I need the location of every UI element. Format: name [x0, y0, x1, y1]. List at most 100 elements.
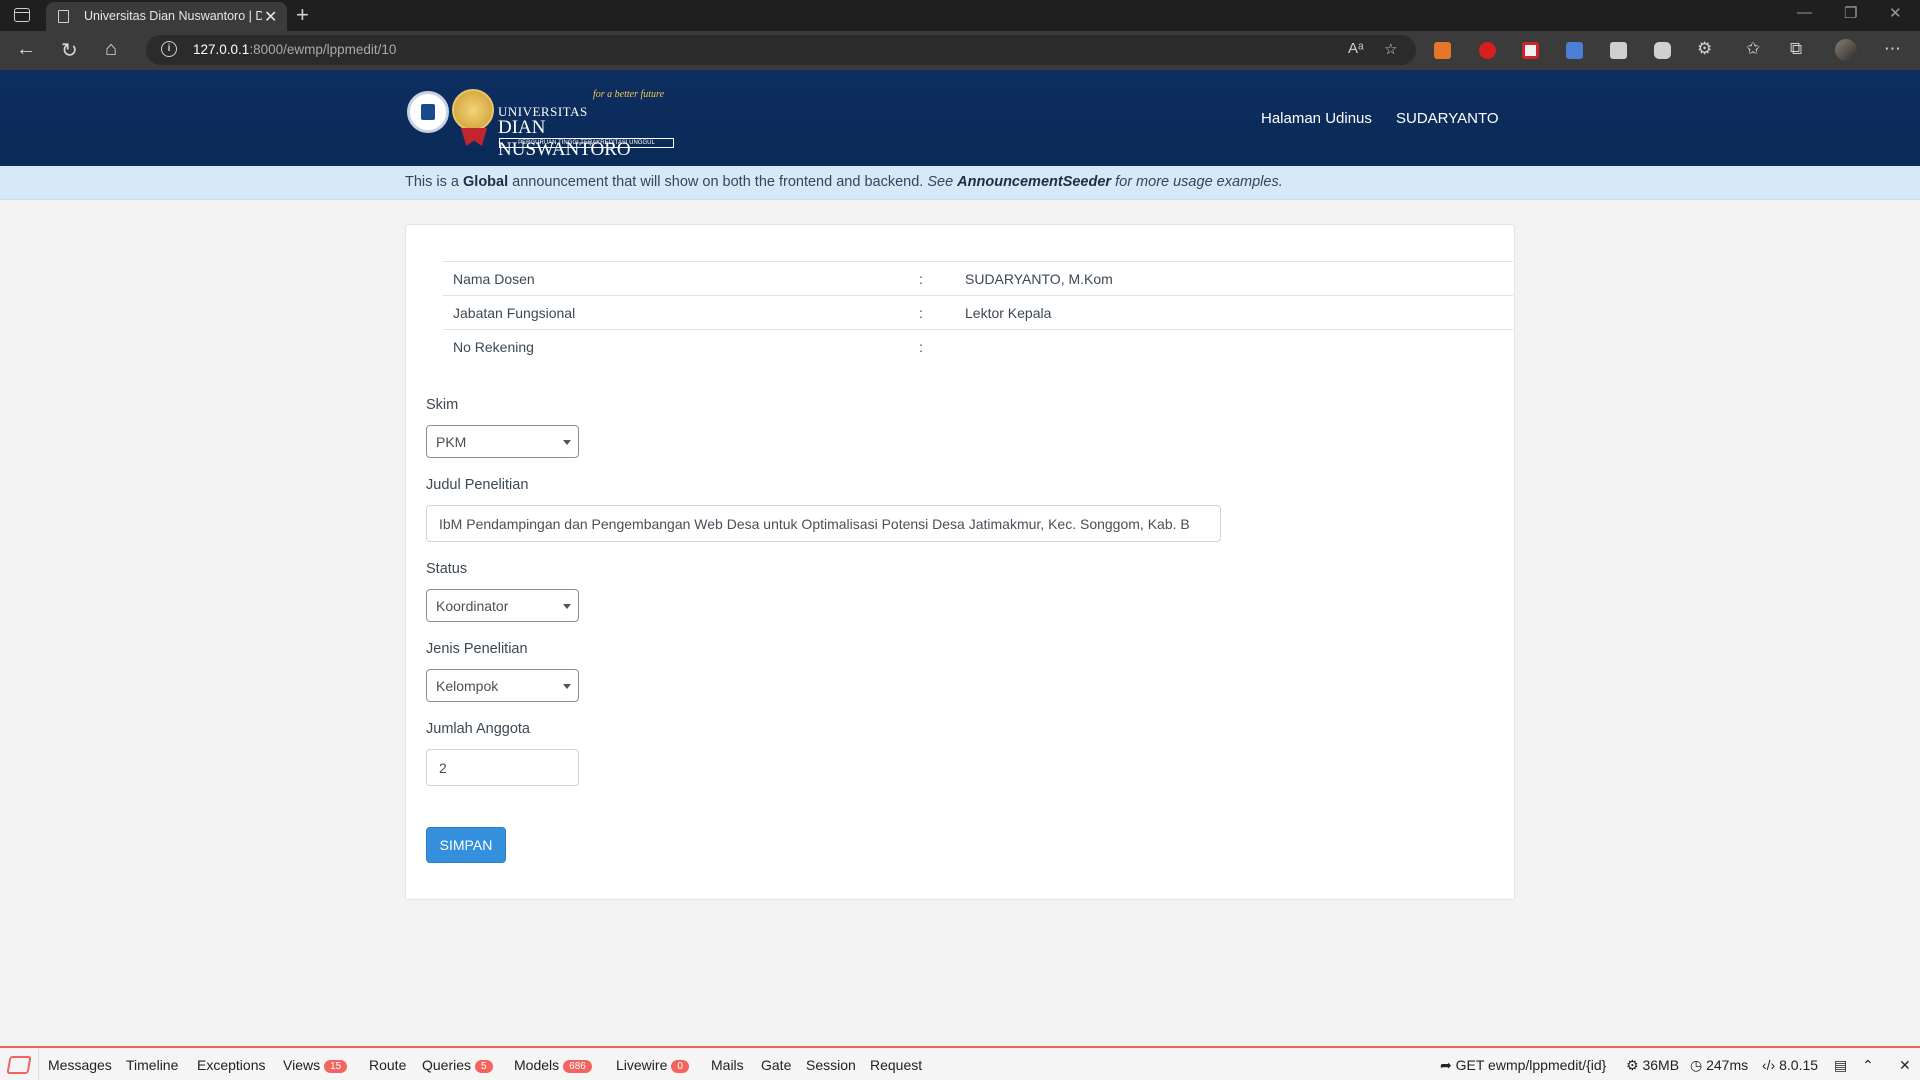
debug-tab-models[interactable]: Models 686: [514, 1057, 592, 1073]
dropdown-caret-icon: [563, 604, 571, 609]
nav-user-menu[interactable]: SUDARYANTO: [1396, 110, 1499, 127]
debug-tab-request[interactable]: Request: [870, 1057, 922, 1073]
extension-red-icon[interactable]: [1479, 42, 1496, 59]
debug-tab-mails[interactable]: Mails: [711, 1057, 744, 1073]
university-seal-icon: [407, 91, 449, 133]
announcement-banner: This is a Global announcement that will …: [0, 166, 1920, 200]
code-icon: ‹/›: [1762, 1057, 1780, 1073]
jenis-label: Jenis Penelitian: [426, 641, 528, 657]
minimize-icon[interactable]: —: [1797, 4, 1812, 21]
debug-tab-exceptions[interactable]: Exceptions: [197, 1057, 265, 1073]
info-value: Lektor Kepala: [965, 305, 1052, 321]
jenis-select[interactable]: Kelompok: [426, 669, 579, 702]
edit-form-card: Nama Dosen : SUDARYANTO, M.Kom Jabatan F…: [405, 224, 1515, 900]
logo-tagline: for a better future: [593, 89, 665, 100]
announcement-text: This is a Global announcement that will …: [405, 174, 1283, 190]
info-row-no-rekening: No Rekening :: [443, 329, 1513, 363]
info-row-nama-dosen: Nama Dosen : SUDARYANTO, M.Kom: [443, 261, 1513, 295]
site-info-icon[interactable]: i: [161, 41, 177, 57]
save-button[interactable]: SIMPAN: [426, 827, 506, 863]
debug-time: ◷ 247ms: [1690, 1057, 1749, 1073]
memory-icon: ⚙: [1626, 1057, 1643, 1073]
address-bar[interactable]: i 127.0.0.1:8000/ewmp/lppmedit/10 Aᵃ ☆: [146, 35, 1416, 65]
info-label: Nama Dosen: [453, 271, 535, 287]
jumlah-input[interactable]: 2: [426, 749, 579, 786]
close-window-icon[interactable]: ✕: [1889, 4, 1902, 22]
accreditation-seal-icon: [452, 89, 494, 131]
extension-translate-icon[interactable]: [1566, 42, 1583, 59]
info-label: Jabatan Fungsional: [453, 305, 576, 321]
extension-chat-icon[interactable]: [1654, 42, 1671, 59]
divider: [38, 1048, 39, 1080]
info-separator: :: [919, 271, 923, 287]
debug-php-version: ‹/› 8.0.15: [1762, 1057, 1819, 1073]
read-aloud-icon[interactable]: Aᵃ: [1348, 40, 1364, 57]
nav-home-link[interactable]: Halaman Udinus: [1261, 110, 1372, 127]
site-header: UNIVERSITAS DIAN NUSWANTORO for a better…: [0, 70, 1920, 166]
jumlah-label: Jumlah Anggota: [426, 721, 530, 737]
views-count-badge: 15: [324, 1060, 348, 1073]
extension-fox-icon[interactable]: [1434, 42, 1451, 59]
models-count-badge: 686: [563, 1060, 592, 1073]
queries-count-badge: 5: [475, 1060, 493, 1073]
dropdown-caret-icon: [563, 440, 571, 445]
skim-selected-value: PKM: [436, 434, 467, 450]
livewire-count-badge: 0: [671, 1060, 689, 1073]
url-text[interactable]: 127.0.0.1:8000/ewmp/lppmedit/10: [193, 42, 396, 57]
lecturer-info-table: Nama Dosen : SUDARYANTO, M.Kom Jabatan F…: [443, 261, 1513, 363]
info-separator: :: [919, 339, 923, 355]
status-selected-value: Koordinator: [436, 598, 509, 614]
jenis-selected-value: Kelompok: [436, 678, 499, 694]
browser-tab-bar: Universitas Dian Nuswantoro | D ✕ + — ❐ …: [0, 0, 1920, 31]
page-icon: [58, 10, 69, 23]
laravel-icon[interactable]: [6, 1056, 32, 1074]
debug-tab-queries[interactable]: Queries 5: [422, 1057, 493, 1073]
home-icon[interactable]: ⌂: [105, 38, 117, 61]
browser-toolbar: ← ↻ ⌂ i 127.0.0.1:8000/ewmp/lppmedit/10 …: [0, 31, 1920, 70]
judul-label: Judul Penelitian: [426, 477, 529, 493]
extension-print-icon[interactable]: [1610, 42, 1627, 59]
university-logo[interactable]: UNIVERSITAS DIAN NUSWANTORO for a better…: [407, 88, 677, 160]
status-select[interactable]: Koordinator: [426, 589, 579, 622]
dropdown-caret-icon: [563, 684, 571, 689]
new-tab-icon[interactable]: +: [296, 2, 309, 28]
debug-tab-views[interactable]: Views 15: [283, 1057, 348, 1073]
ribbon-icon: [461, 128, 487, 146]
debug-tab-session[interactable]: Session: [806, 1057, 856, 1073]
info-separator: :: [919, 305, 923, 321]
logo-accreditation-bar: PERGURUAN TINGGI TERAKREDITASI UNGGUL: [499, 138, 674, 148]
skim-select[interactable]: PKM: [426, 425, 579, 458]
info-label: No Rekening: [453, 339, 534, 355]
judul-input[interactable]: IbM Pendampingan dan Pengembangan Web De…: [426, 505, 1221, 542]
browser-tab[interactable]: Universitas Dian Nuswantoro | D ✕: [46, 2, 287, 31]
favorites-icon[interactable]: ✩: [1746, 39, 1760, 59]
debug-memory: ⚙ 36MB: [1626, 1057, 1680, 1073]
info-row-jabatan: Jabatan Fungsional : Lektor Kepala: [443, 295, 1513, 329]
chevron-up-icon[interactable]: ⌃: [1862, 1057, 1874, 1074]
skim-label: Skim: [426, 397, 459, 413]
more-menu-icon[interactable]: ⋯: [1884, 39, 1901, 59]
info-value: SUDARYANTO, M.Kom: [965, 271, 1113, 287]
add-favorite-icon[interactable]: ☆: [1384, 40, 1397, 58]
extension-save-icon[interactable]: [1522, 42, 1539, 59]
extensions-icon[interactable]: ⚙: [1697, 39, 1712, 59]
debug-tab-route[interactable]: Route: [369, 1057, 406, 1073]
restore-icon[interactable]: ❐: [1844, 4, 1857, 22]
profile-avatar[interactable]: [1835, 39, 1857, 61]
tab-actions-icon[interactable]: [14, 8, 30, 22]
back-icon[interactable]: ←: [16, 38, 36, 61]
debug-tab-gate[interactable]: Gate: [761, 1057, 791, 1073]
close-tab-icon[interactable]: ✕: [264, 7, 277, 27]
status-label: Status: [426, 561, 468, 577]
debug-bar: Messages Timeline Exceptions Views 15 Rou…: [0, 1046, 1920, 1080]
folder-icon[interactable]: ▤: [1834, 1057, 1847, 1074]
debug-tab-livewire[interactable]: Livewire 0: [616, 1057, 689, 1073]
close-debugbar-icon[interactable]: ✕: [1899, 1057, 1911, 1074]
debug-tab-messages[interactable]: Messages: [48, 1057, 112, 1073]
debug-route-info: ➦ GET ewmp/lppmedit/{id}: [1440, 1057, 1607, 1073]
debug-tab-timeline[interactable]: Timeline: [126, 1057, 178, 1073]
share-icon: ➦: [1440, 1057, 1456, 1073]
collections-icon[interactable]: ⧉: [1790, 39, 1802, 59]
reload-icon[interactable]: ↻: [61, 38, 78, 63]
clock-icon: ◷: [1690, 1057, 1707, 1073]
